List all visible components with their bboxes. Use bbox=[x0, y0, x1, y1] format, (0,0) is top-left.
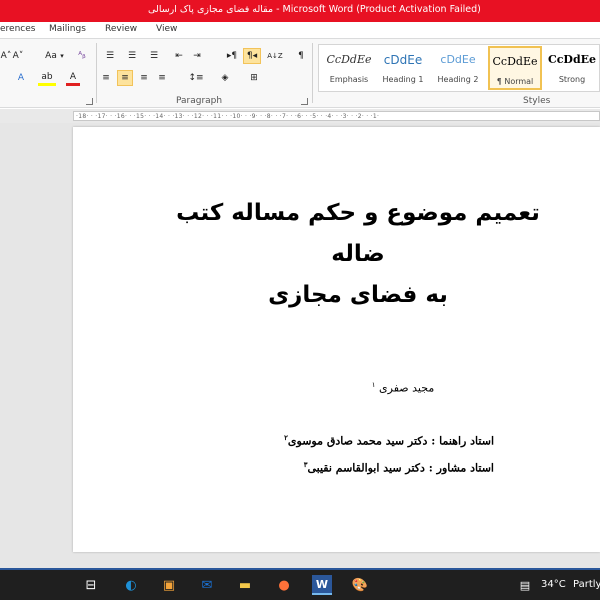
text-effects-button[interactable]: A bbox=[14, 70, 28, 86]
title-bar: مقاله فضای مجازی پاک ارسالی - Microsoft … bbox=[0, 0, 600, 22]
tab-view[interactable]: View bbox=[156, 24, 177, 34]
advisor-line: استاد راهنما : دکتر سید محمد صادق موسوی۲ bbox=[164, 433, 494, 448]
shading-button[interactable]: ◈ bbox=[216, 70, 234, 86]
tab-references[interactable]: erences bbox=[0, 24, 35, 34]
align-left-button[interactable]: ≡ bbox=[99, 70, 113, 86]
consultant-text: استاد مشاور : دکتر سید ابوالقاسم نقیبی bbox=[307, 461, 495, 475]
ribbon: A˄ A˅ Aa ▾ ᴬᵦ A ab A ☰ ☰ ☰ ⇤ ⇥ ▸¶ ¶◂ A↓Z… bbox=[0, 38, 600, 108]
bullets-button[interactable]: ☰ bbox=[101, 48, 119, 64]
group-divider bbox=[96, 43, 97, 103]
show-marks-button[interactable]: ¶ bbox=[294, 48, 308, 64]
task-view-icon[interactable]: ⊟ bbox=[81, 575, 101, 595]
taskbar: ⊟ ◐ ▣ ✉ ▬ ● W 🎨 ▤ 34°C Partly bbox=[0, 570, 600, 600]
document-title: تعمیم موضوع و حکم مساله کتب ضاله به فضای… bbox=[148, 193, 568, 316]
highlight-button[interactable]: ab bbox=[38, 70, 56, 86]
style-name: Strong bbox=[558, 75, 586, 84]
style-name: Heading 1 bbox=[382, 75, 424, 84]
horizontal-ruler[interactable]: ·18· · ·17· · ·16· · ·15· · ·14· · ·13· … bbox=[73, 111, 600, 121]
style-name: Emphasis bbox=[329, 75, 369, 84]
window-title: مقاله فضای مجازی پاک ارسالی - Microsoft … bbox=[148, 4, 481, 15]
word-icon[interactable]: W bbox=[312, 575, 332, 595]
styles-group-label: Styles bbox=[523, 96, 551, 106]
tab-mailings[interactable]: Mailings bbox=[49, 24, 86, 34]
weather-description[interactable]: Partly bbox=[573, 579, 600, 590]
multilevel-list-button[interactable]: ☰ bbox=[145, 48, 163, 64]
style-preview: CcDdEe bbox=[492, 55, 538, 68]
file-explorer-icon[interactable]: ▬ bbox=[235, 575, 255, 595]
tab-review[interactable]: Review bbox=[105, 24, 137, 34]
ruler-ticks: ·18· · ·17· · ·16· · ·15· · ·14· · ·13· … bbox=[76, 113, 380, 120]
style-name: Heading 2 bbox=[437, 75, 479, 84]
style-emphasis[interactable]: CcDdEe Emphasis bbox=[322, 46, 376, 90]
justify-button[interactable]: ≡ bbox=[155, 70, 169, 86]
mail-icon[interactable]: ✉ bbox=[197, 575, 217, 595]
ribbon-tabs: erences Mailings Review View bbox=[0, 22, 600, 38]
grow-font-button[interactable]: A˄ bbox=[0, 48, 12, 64]
weather-icon[interactable]: ▤ bbox=[516, 575, 534, 595]
decrease-indent-button[interactable]: ⇤ bbox=[172, 48, 186, 64]
store-icon[interactable]: ▣ bbox=[159, 575, 179, 595]
clear-format-button[interactable]: ᴬᵦ bbox=[74, 48, 90, 64]
style-preview: cDdEe bbox=[383, 53, 423, 67]
author-line: مجید صفری ۱ bbox=[303, 381, 503, 395]
paragraph-dialog-launcher-icon[interactable] bbox=[301, 98, 308, 105]
numbering-button[interactable]: ☰ bbox=[123, 48, 141, 64]
weather-temperature[interactable]: 34°C bbox=[541, 579, 566, 590]
style-heading-2[interactable]: cDdEe Heading 2 bbox=[431, 46, 485, 90]
footnote-ref-1[interactable]: ۱ bbox=[372, 381, 376, 389]
firefox-icon[interactable]: ● bbox=[274, 575, 294, 595]
styles-gallery: CcDdEe Emphasis cDdEe Heading 1 cDdEe He… bbox=[318, 44, 600, 92]
font-dialog-launcher-icon[interactable] bbox=[86, 98, 93, 105]
rtl-direction-button[interactable]: ¶◂ bbox=[243, 48, 261, 64]
style-preview: CcDdEe bbox=[326, 53, 372, 66]
ltr-direction-button[interactable]: ▸¶ bbox=[223, 48, 241, 64]
increase-indent-button[interactable]: ⇥ bbox=[190, 48, 204, 64]
borders-button[interactable]: ⊞ bbox=[245, 70, 263, 86]
advisor-text: استاد راهنما : دکتر سید محمد صادق موسوی bbox=[287, 434, 494, 448]
paint-icon[interactable]: 🎨 bbox=[350, 575, 370, 595]
sort-button[interactable]: A↓Z bbox=[266, 48, 284, 64]
author-name: مجید صفری bbox=[379, 381, 435, 395]
style-heading-1[interactable]: cDdEe Heading 1 bbox=[376, 46, 430, 90]
edge-icon[interactable]: ◐ bbox=[121, 575, 141, 595]
align-right-button[interactable]: ≡ bbox=[137, 70, 151, 86]
style-name: ¶ Normal bbox=[496, 77, 534, 86]
shrink-font-button[interactable]: A˅ bbox=[12, 48, 24, 64]
paragraph-group-label: Paragraph bbox=[176, 96, 223, 106]
title-line-1: تعمیم موضوع و حکم مساله کتب ضاله bbox=[176, 200, 540, 267]
line-spacing-button[interactable]: ↕≡ bbox=[186, 70, 206, 86]
style-strong[interactable]: CcDdEe Strong bbox=[545, 46, 599, 90]
align-center-button[interactable]: ≡ bbox=[117, 70, 133, 86]
consultant-line: استاد مشاور : دکتر سید ابوالقاسم نقیبی۳ bbox=[164, 460, 494, 475]
style-preview: CcDdEe bbox=[547, 53, 597, 66]
style-preview: cDdEe bbox=[440, 53, 476, 66]
font-color-button[interactable]: A bbox=[66, 70, 80, 86]
chevron-down-icon[interactable]: ▾ bbox=[58, 48, 66, 64]
group-divider bbox=[312, 43, 313, 103]
title-line-2: به فضای مجازی bbox=[268, 282, 448, 308]
style-normal[interactable]: CcDdEe ¶ Normal bbox=[488, 46, 542, 90]
document-page[interactable]: تعمیم موضوع و حکم مساله کتب ضاله به فضای… bbox=[73, 127, 600, 552]
